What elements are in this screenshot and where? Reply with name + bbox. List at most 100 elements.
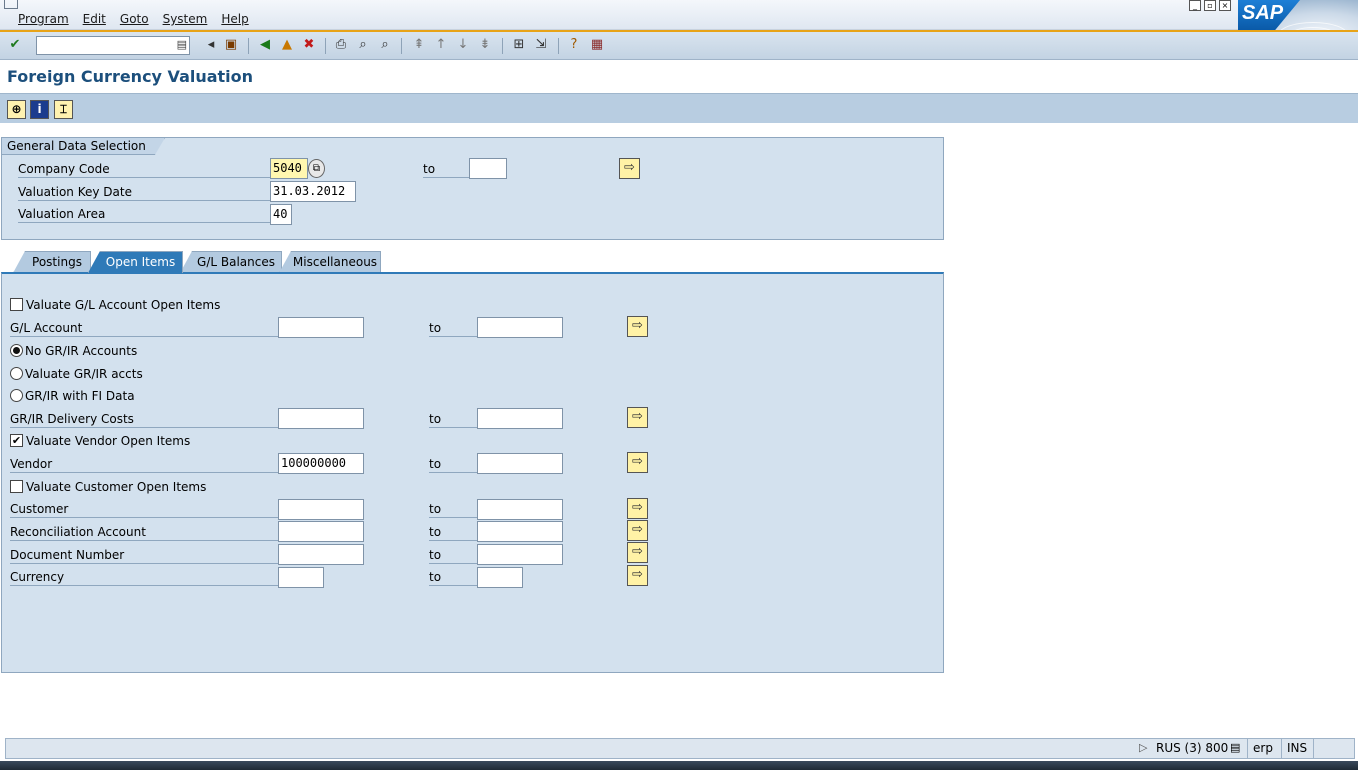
status-bar: ▷ RUS (3) 800 ▤ erp INS bbox=[5, 738, 1355, 759]
tab-postings[interactable]: Postings bbox=[13, 251, 91, 273]
tab-open-items[interactable]: Open Items bbox=[88, 251, 183, 273]
valuation-area-input[interactable]: 40 bbox=[270, 204, 292, 225]
window-controls: _ ▫ × bbox=[1189, 0, 1231, 11]
reconciliation-account-to-label: to bbox=[429, 524, 477, 541]
help-icon[interactable]: ? bbox=[566, 37, 582, 53]
currency-multiple-selection-button[interactable]: ⇨ bbox=[627, 565, 648, 586]
currency-label: Currency bbox=[10, 569, 278, 586]
company-code-multiple-selection-button[interactable]: ⇨ bbox=[619, 158, 640, 179]
last-page-icon[interactable]: ⇟ bbox=[477, 37, 493, 53]
customer-to-input[interactable] bbox=[477, 499, 563, 520]
menu-goto[interactable]: Goto bbox=[120, 12, 149, 26]
menu-program[interactable]: Program bbox=[18, 12, 69, 26]
enter-icon[interactable]: ✔ bbox=[7, 37, 23, 53]
exit-icon[interactable]: ▲ bbox=[279, 37, 295, 53]
no-grir-accounts-radio[interactable] bbox=[10, 344, 23, 357]
currency-from-input[interactable] bbox=[278, 567, 324, 588]
customer-from-input[interactable] bbox=[278, 499, 364, 520]
valuate-gl-open-items-label: Valuate G/L Account Open Items bbox=[26, 298, 221, 312]
valuate-grir-accts-radio[interactable] bbox=[10, 367, 23, 380]
grir-delivery-costs-label: GR/IR Delivery Costs bbox=[10, 411, 278, 428]
back-icon[interactable]: ◀ bbox=[257, 37, 273, 53]
first-page-icon[interactable]: ⇞ bbox=[411, 37, 427, 53]
status-server: erp bbox=[1247, 739, 1278, 758]
vendor-from-input[interactable]: 100000000 bbox=[278, 453, 364, 474]
company-code-to-input[interactable] bbox=[469, 158, 507, 179]
vendor-multiple-selection-button[interactable]: ⇨ bbox=[627, 452, 648, 473]
sap-logo-text: SAP bbox=[1242, 2, 1284, 24]
print-icon[interactable]: ⎙ bbox=[333, 37, 349, 53]
grir-delivery-costs-to-input[interactable] bbox=[477, 408, 563, 429]
close-icon[interactable]: × bbox=[1219, 0, 1231, 11]
company-code-label: Company Code bbox=[18, 161, 270, 178]
customer-to-label: to bbox=[429, 501, 477, 518]
reconciliation-account-label: Reconciliation Account bbox=[10, 524, 278, 541]
info-icon[interactable]: i bbox=[30, 100, 49, 119]
restore-icon[interactable]: ▫ bbox=[1204, 0, 1216, 11]
valuation-key-date-input[interactable]: 31.03.2012 bbox=[270, 181, 356, 202]
new-session-icon[interactable]: ⊞ bbox=[511, 37, 527, 53]
currency-to-label: to bbox=[429, 569, 477, 586]
find-next-icon[interactable]: ⌕ bbox=[377, 37, 393, 53]
grir-delivery-costs-to-label: to bbox=[429, 411, 477, 428]
reconciliation-account-multiple-selection-button[interactable]: ⇨ bbox=[627, 520, 648, 541]
vendor-to-label: to bbox=[429, 456, 477, 473]
gl-account-to-label: to bbox=[429, 320, 477, 337]
find-icon[interactable]: ⌕ bbox=[355, 37, 371, 53]
vendor-to-input[interactable] bbox=[477, 453, 563, 474]
currency-to-input[interactable] bbox=[477, 567, 523, 588]
menu-bar: Program Edit Goto System Help _ ▫ × bbox=[0, 0, 1358, 30]
valuate-customer-open-items-checkbox[interactable] bbox=[10, 480, 23, 493]
menu-help[interactable]: Help bbox=[221, 12, 248, 26]
company-code-input[interactable]: 5040 bbox=[270, 158, 308, 179]
document-number-from-input[interactable] bbox=[278, 544, 364, 565]
execute-icon[interactable]: ⊕ bbox=[7, 100, 26, 119]
grir-with-fi-data-radio[interactable] bbox=[10, 389, 23, 402]
menu-system[interactable]: System bbox=[163, 12, 208, 26]
valuation-key-date-label: Valuation Key Date bbox=[18, 184, 270, 201]
command-history-icon[interactable]: ▤ bbox=[177, 38, 187, 51]
reconciliation-account-to-input[interactable] bbox=[477, 521, 563, 542]
gl-account-label: G/L Account bbox=[10, 320, 278, 337]
system-info-icon[interactable]: ▤ bbox=[1230, 741, 1240, 754]
windows-taskbar bbox=[0, 761, 1358, 770]
valuate-gl-open-items-checkbox[interactable] bbox=[10, 298, 23, 311]
status-empty-cell bbox=[1313, 739, 1341, 758]
grir-delivery-costs-from-input[interactable] bbox=[278, 408, 364, 429]
command-field[interactable]: ▤ bbox=[36, 36, 190, 55]
previous-page-icon[interactable]: ↑ bbox=[433, 37, 449, 53]
grir-delivery-costs-multiple-selection-button[interactable]: ⇨ bbox=[627, 407, 648, 428]
document-number-label: Document Number bbox=[10, 547, 278, 564]
valuate-vendor-open-items-checkbox[interactable]: ✔ bbox=[10, 434, 23, 447]
minimize-icon[interactable]: _ bbox=[1189, 0, 1201, 11]
layout-menu-icon[interactable]: ▦ bbox=[589, 37, 605, 53]
search-help-icon[interactable]: ⧉ bbox=[308, 159, 325, 178]
menu-edit[interactable]: Edit bbox=[83, 12, 106, 26]
shortcut-icon[interactable]: ⇲ bbox=[533, 37, 549, 53]
save-icon[interactable]: ▣ bbox=[223, 37, 239, 53]
valuate-grir-accts-label: Valuate GR/IR accts bbox=[25, 367, 143, 381]
customer-multiple-selection-button[interactable]: ⇨ bbox=[627, 498, 648, 519]
application-toolbar: ⊕ i ⌶ bbox=[0, 93, 1358, 123]
grir-with-fi-data-label: GR/IR with FI Data bbox=[25, 389, 135, 403]
gl-account-multiple-selection-button[interactable]: ⇨ bbox=[627, 316, 648, 337]
gl-account-to-input[interactable] bbox=[477, 317, 563, 338]
gl-account-from-input[interactable] bbox=[278, 317, 364, 338]
document-number-to-input[interactable] bbox=[477, 544, 563, 565]
document-number-to-label: to bbox=[429, 547, 477, 564]
status-mode[interactable]: INS bbox=[1281, 739, 1312, 758]
valuation-area-label: Valuation Area bbox=[18, 206, 270, 223]
company-code-to-label: to bbox=[423, 161, 469, 178]
reconciliation-account-from-input[interactable] bbox=[278, 521, 364, 542]
selection-options-icon[interactable]: ⌶ bbox=[54, 100, 73, 119]
collapse-icon[interactable]: ◂ bbox=[203, 37, 219, 53]
next-page-icon[interactable]: ↓ bbox=[455, 37, 471, 53]
system-menu-icon[interactable] bbox=[4, 0, 18, 9]
cancel-icon[interactable]: ✖ bbox=[301, 37, 317, 53]
document-number-multiple-selection-button[interactable]: ⇨ bbox=[627, 542, 648, 563]
tab-miscellaneous[interactable]: Miscellaneous bbox=[279, 251, 381, 273]
standard-toolbar: ✔ ▤ ◂ ▣ ◀ ▲ ✖ ⎙ ⌕ ⌕ ⇞ ↑ ↓ ⇟ ⊞ ⇲ ? ▦ bbox=[0, 30, 1358, 60]
menu-list: Program Edit Goto System Help bbox=[18, 12, 249, 26]
tab-gl-balances[interactable]: G/L Balances bbox=[180, 251, 282, 273]
status-expand-icon[interactable]: ▷ bbox=[1139, 741, 1147, 754]
